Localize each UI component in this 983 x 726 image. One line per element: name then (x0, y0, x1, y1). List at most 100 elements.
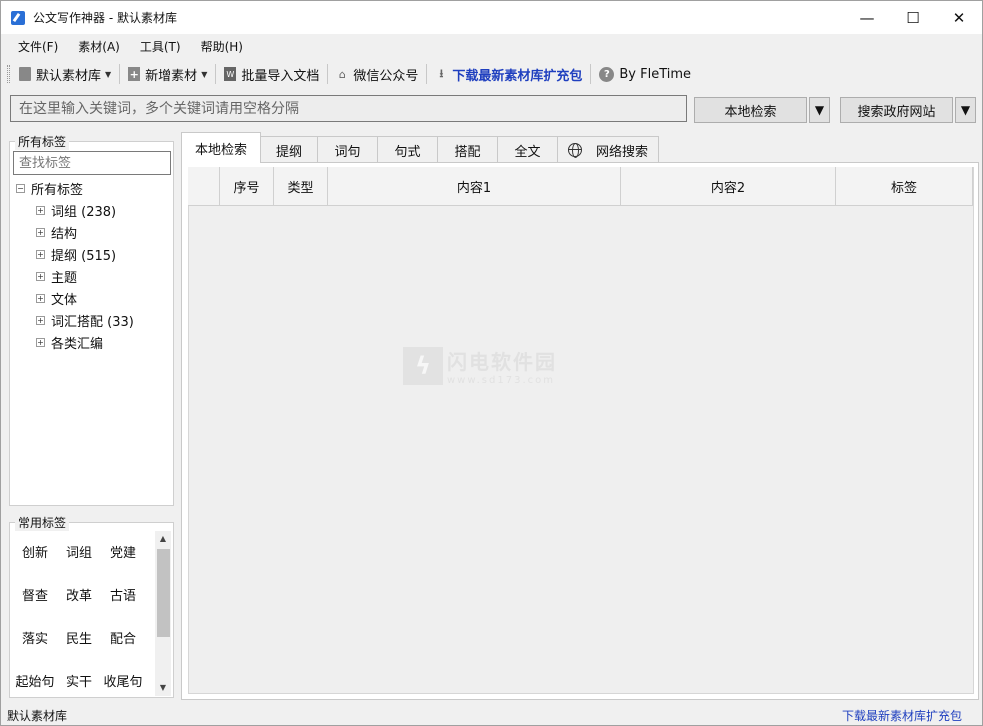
tag-tree: − 所有标签 + 词组 (238) + 结构 + 提纲 (515) + 主题 +… (16, 177, 171, 353)
expand-icon[interactable]: + (36, 293, 45, 303)
column-header-type[interactable]: 类型 (274, 167, 328, 206)
close-button[interactable]: ✕ (936, 1, 982, 34)
expand-icon[interactable]: + (36, 205, 45, 215)
tree-item-label: 词组 (238) (51, 204, 117, 220)
common-tag[interactable]: 改革 (57, 573, 101, 616)
app-window: 公文写作神器 - 默认素材库 — ☐ ✕ 文件(F) 素材(A) 工具(T) 帮… (0, 0, 983, 726)
scroll-up-icon[interactable]: ▲ (155, 531, 171, 547)
tree-item[interactable]: + 词汇搭配 (33) (16, 309, 171, 331)
local-search-button[interactable]: 本地检索 (694, 97, 807, 123)
status-bar: 默认素材库 下载最新素材库扩充包 (1, 704, 982, 726)
download-pack-button[interactable]: ⭳ 下载最新素材库扩充包 (432, 62, 585, 86)
tab-web-search-label: 网络搜索 (595, 144, 648, 160)
tree-item[interactable]: + 提纲 (515) (16, 243, 171, 265)
window-controls: — ☐ ✕ (844, 1, 982, 34)
download-icon: ⭳ (439, 66, 444, 80)
common-tag[interactable]: 词组 (57, 530, 101, 573)
results-grid[interactable] (188, 167, 974, 694)
tab-collocations[interactable]: 搭配 (437, 136, 498, 163)
common-tag[interactable]: 古语 (101, 573, 145, 616)
add-material-button[interactable]: + 新增素材 ▼ (125, 62, 210, 86)
menu-help[interactable]: 帮助(H) (191, 38, 253, 55)
tree-root[interactable]: − 所有标签 (16, 177, 171, 199)
toolbar-separator (426, 64, 428, 84)
tab-phrases[interactable]: 词句 (317, 136, 378, 163)
gov-site-search-button[interactable]: 搜索政府网站 (840, 97, 953, 123)
add-material-label: 新增素材 (145, 68, 198, 84)
tree-item-label: 文体 (51, 292, 78, 308)
common-tag[interactable]: 民生 (57, 616, 101, 659)
tag-search-input[interactable] (13, 151, 171, 175)
expand-icon[interactable]: + (36, 227, 45, 237)
tree-item[interactable]: + 主题 (16, 265, 171, 287)
menu-tools[interactable]: 工具(T) (130, 38, 191, 55)
chevron-down-icon: ▼ (201, 69, 208, 79)
local-search-dropdown-button[interactable]: ▼ (809, 97, 830, 123)
batch-import-button[interactable]: W 批量导入文档 (221, 62, 322, 86)
scroll-thumb[interactable] (157, 549, 170, 637)
common-tag[interactable]: 收尾句 (101, 659, 145, 702)
tree-item[interactable]: + 各类汇编 (16, 331, 171, 353)
tab-sentence-patterns[interactable]: 句式 (377, 136, 438, 163)
expand-icon[interactable]: + (36, 315, 45, 325)
common-tag[interactable]: 实干 (57, 659, 101, 702)
scroll-down-icon[interactable]: ▼ (155, 680, 171, 696)
toolbar-separator (215, 64, 217, 84)
common-tags-scrollbar[interactable]: ▲ ▼ (155, 531, 171, 696)
home-icon: ⌂ (338, 67, 346, 81)
menu-file[interactable]: 文件(F) (8, 38, 68, 55)
window-title: 公文写作神器 - 默认素材库 (33, 11, 177, 25)
wechat-label: 微信公众号 (353, 68, 419, 84)
library-dropdown-button[interactable]: 默认素材库 ▼ (16, 62, 114, 86)
menu-bar: 文件(F) 素材(A) 工具(T) 帮助(H) (1, 35, 982, 57)
word-doc-icon: W (224, 67, 237, 81)
tree-item-label: 各类汇编 (51, 336, 104, 352)
tab-web-search[interactable]: 网络搜索 (557, 136, 659, 163)
common-tag[interactable]: 配合 (101, 616, 145, 659)
column-header-content2[interactable]: 内容2 (621, 167, 836, 206)
tree-root-label: 所有标签 (31, 182, 84, 198)
status-library: 默认素材库 (7, 708, 68, 723)
tree-item[interactable]: + 文体 (16, 287, 171, 309)
common-tag[interactable]: 起始句 (13, 659, 57, 702)
tree-item-label: 主题 (51, 270, 78, 286)
keyword-search-input[interactable] (10, 95, 687, 122)
toolbar-grip[interactable] (7, 65, 10, 83)
tab-local-search[interactable]: 本地检索 (181, 132, 261, 163)
tree-item-label: 结构 (51, 226, 78, 242)
toolbar: 默认素材库 ▼ + 新增素材 ▼ W 批量导入文档 ⌂ 微信公众号 ⭳ 下载最新… (1, 59, 982, 89)
common-tag[interactable]: 落实 (13, 616, 57, 659)
menu-material[interactable]: 素材(A) (68, 38, 130, 55)
column-header-index[interactable]: 序号 (220, 167, 274, 206)
globe-icon (567, 143, 582, 158)
tree-item[interactable]: + 结构 (16, 221, 171, 243)
common-tag[interactable]: 督查 (13, 573, 57, 616)
toolbar-separator (590, 64, 592, 84)
expand-icon[interactable]: + (36, 271, 45, 281)
minimize-button[interactable]: — (844, 1, 890, 34)
collapse-icon[interactable]: − (16, 183, 25, 193)
column-header-selector[interactable] (188, 167, 220, 206)
batch-import-label: 批量导入文档 (241, 68, 320, 84)
all-tags-title: 所有标签 (15, 133, 70, 150)
library-label: 默认素材库 (36, 68, 102, 84)
common-tag[interactable]: 创新 (13, 530, 57, 573)
app-pen-icon (11, 10, 25, 25)
expand-icon[interactable]: + (36, 337, 45, 347)
wechat-button[interactable]: ⌂ 微信公众号 (333, 62, 421, 86)
tree-item[interactable]: + 词组 (238) (16, 199, 171, 221)
toolbar-separator (327, 64, 329, 84)
expand-icon[interactable]: + (36, 249, 45, 259)
gov-search-dropdown-button[interactable]: ▼ (955, 97, 976, 123)
column-header-content1[interactable]: 内容1 (328, 167, 621, 206)
common-tag[interactable]: 党建 (101, 530, 145, 573)
status-download-link[interactable]: 下载最新素材库扩充包 (842, 707, 962, 724)
about-button[interactable]: ? By FleTime (596, 62, 694, 86)
tab-outline[interactable]: 提纲 (260, 136, 318, 163)
tab-full-text[interactable]: 全文 (497, 136, 558, 163)
download-pack-label: 下载最新素材库扩充包 (452, 68, 583, 84)
title-bar: 公文写作神器 - 默认素材库 — ☐ ✕ (1, 1, 982, 34)
maximize-button[interactable]: ☐ (890, 1, 936, 34)
column-header-tags[interactable]: 标签 (836, 167, 973, 206)
about-label: By FleTime (619, 66, 692, 82)
